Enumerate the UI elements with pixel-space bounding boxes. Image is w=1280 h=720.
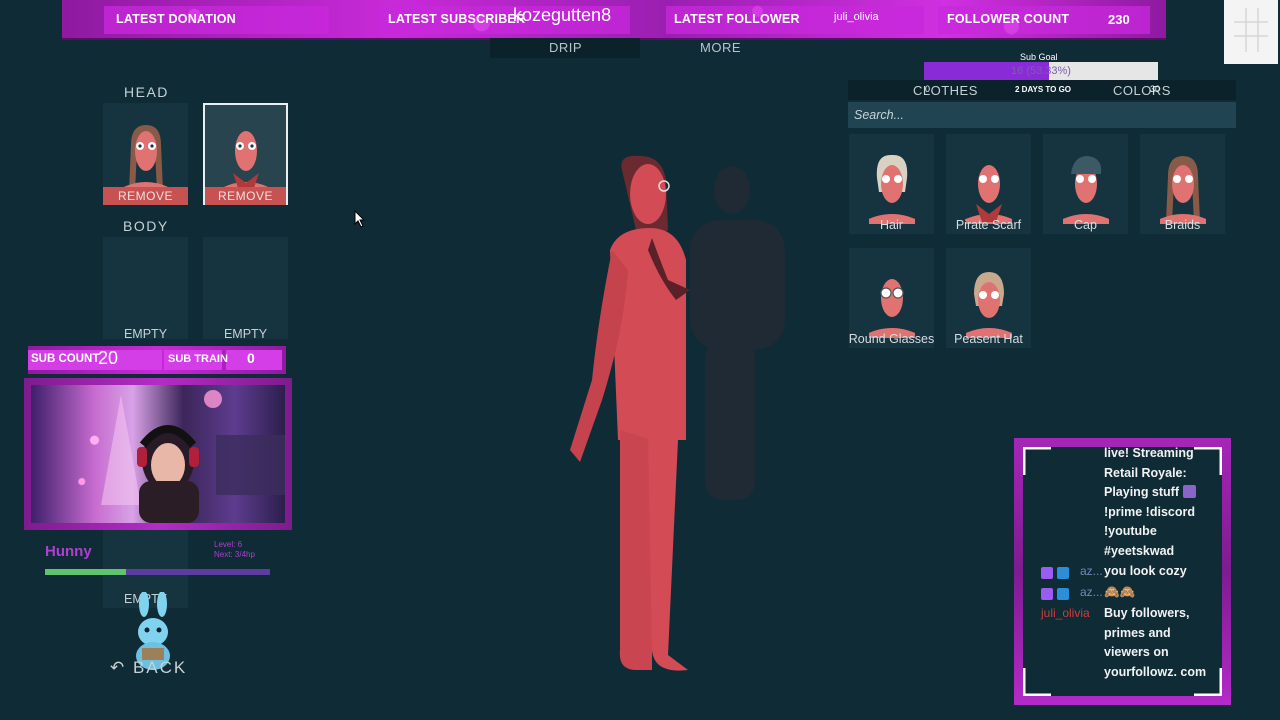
stream-info-banner: LATEST DONATION LATEST SUBSCRIBER kozegu… (62, 0, 1166, 40)
latest-follower-label: LATEST FOLLOWER (674, 12, 800, 26)
follower-count-label: FOLLOWER COUNT (947, 12, 1070, 26)
head-slot-2[interactable]: REMOVE (203, 103, 288, 205)
webcam-video (31, 385, 285, 523)
latest-follower-value: juli_olivia (834, 11, 879, 23)
empty-slot-label: EMPTY (123, 327, 168, 341)
latest-subscriber-value: kozegutten8 (513, 5, 612, 25)
follower-count-value: 230 (1108, 12, 1130, 27)
prime-badge-icon (1057, 567, 1069, 579)
prime-badge-icon (1057, 588, 1069, 600)
level-name: Hunny (45, 543, 92, 560)
chat-message-line: Playing stuff (1104, 483, 1196, 503)
chat-message-line: viewers on (1104, 645, 1169, 659)
catalog-item-label: Hair (880, 218, 903, 232)
latest-subscriber-label: LATEST SUBSCRIBER (388, 12, 526, 26)
sub-goal-days-left: 2 DAYS TO GO (1015, 85, 1072, 94)
search-input[interactable] (848, 102, 1236, 128)
sub-goal-max: 30 (1150, 84, 1161, 94)
chat-box: live! Streaming Retail Royale: Playing s… (1023, 447, 1222, 696)
chat-overlay: live! Streaming Retail Royale: Playing s… (1014, 438, 1231, 705)
sub-train-label: SUB TRAIN (168, 353, 228, 365)
sub-count-bar: SUB COUNT 20 SUB TRAIN 0 (28, 346, 286, 374)
pirate-scarf-head-icon (223, 131, 269, 193)
chat-message-line: 🙈🙈 (1104, 585, 1136, 599)
tab-drip[interactable]: DRIP (549, 40, 582, 55)
cap-icon (1063, 156, 1109, 224)
webcam-scene (101, 390, 285, 523)
level-line: Level: 6 (214, 540, 243, 549)
catalog-item-label: Pirate Scarf (955, 218, 1022, 232)
webcam-frame (24, 378, 292, 530)
tab-clothes[interactable]: CLOTHES (913, 83, 978, 98)
catalog-item-cap[interactable]: Cap (1043, 134, 1128, 234)
head-slot-1[interactable]: REMOVE (103, 103, 188, 205)
catalog-item-pirate-scarf[interactable]: Pirate Scarf (946, 134, 1031, 234)
round-glasses-icon (869, 279, 915, 338)
body-slot-1[interactable]: EMPTY (103, 237, 188, 341)
subscriber-badge-icon (1041, 588, 1053, 600)
body-slot-2[interactable]: EMPTY (203, 237, 288, 341)
tab-colors[interactable]: COLORS (1113, 83, 1171, 98)
catalog-item-label: Braids (1164, 218, 1201, 232)
remove-button[interactable]: REMOVE (103, 187, 188, 205)
chat-username[interactable]: juli_olivia (1041, 604, 1090, 624)
catalog-item-label: Peasent Hat (954, 332, 1023, 346)
chat-message-line: primes and (1104, 626, 1171, 640)
chat-message-line: live! Streaming (1104, 447, 1194, 460)
chat-message-line: !prime !discord (1104, 505, 1195, 519)
chat-message-line: Retail Royale: (1104, 466, 1187, 480)
chat-message-line: !youtube (1104, 524, 1157, 538)
sub-goal-progress: 16 (53.33%) (1011, 65, 1071, 77)
chat-message-line: you look cozy (1104, 564, 1187, 578)
chat-username[interactable]: az... (1080, 562, 1103, 582)
sub-goal-bar: 16 (53.33%) (924, 62, 1158, 81)
hair-icon (869, 154, 915, 224)
sub-goal-min: 0 (925, 84, 931, 94)
back-button[interactable]: ↶ BACK (110, 658, 187, 678)
head-section-title: HEAD (124, 84, 169, 100)
tab-more[interactable]: MORE (700, 40, 741, 55)
chat-message-line: yourfollowz. com (1104, 665, 1207, 679)
twitch-emote-icon (1182, 485, 1196, 498)
catalog-item-peasent-hat[interactable]: Peasent Hat (946, 248, 1031, 348)
chat-message-text: Playing stuff (1104, 485, 1180, 499)
back-label: BACK (132, 658, 188, 677)
chat-message-line: Buy followers, (1104, 606, 1190, 620)
level-next-line: Next: 3/4hp (214, 550, 255, 559)
xp-progress-bar (45, 569, 270, 575)
peasent-hat-icon (966, 272, 1012, 338)
level-info: Level: 6 Next: 3/4hp (214, 540, 255, 560)
xp-progress-fill (45, 569, 126, 575)
chat-message-line: #yeetskwad (1104, 544, 1175, 558)
empty-slot-label: EMPTY (223, 327, 268, 341)
mouse-cursor-icon (354, 210, 366, 228)
catalog-item-braids[interactable]: Braids (1140, 134, 1225, 234)
undo-arrow-icon: ↶ (110, 658, 133, 677)
character-model[interactable] (540, 150, 800, 690)
braids-head-icon (123, 125, 169, 193)
grid-icon[interactable] (1224, 0, 1278, 64)
subscriber-badge-icon (1041, 567, 1053, 579)
catalog-item-round-glasses[interactable]: Round Glasses (849, 248, 934, 348)
catalog-item-label: Round Glasses (848, 332, 935, 346)
catalog-item-hair[interactable]: Hair (849, 134, 934, 234)
sub-count-value: 20 (98, 348, 119, 368)
chat-username[interactable]: az... (1080, 583, 1103, 603)
catalog-item-label: Cap (1074, 218, 1097, 232)
sub-count-label: SUB COUNT (31, 353, 100, 365)
body-section-title: BODY (123, 218, 169, 234)
latest-donation-label: LATEST DONATION (116, 12, 236, 26)
braids-icon (1160, 156, 1206, 224)
sub-goal-title: Sub Goal (1020, 52, 1058, 62)
sub-train-value: 0 (247, 350, 255, 366)
pirate-scarf-icon (966, 165, 1012, 224)
remove-button[interactable]: REMOVE (205, 187, 286, 205)
